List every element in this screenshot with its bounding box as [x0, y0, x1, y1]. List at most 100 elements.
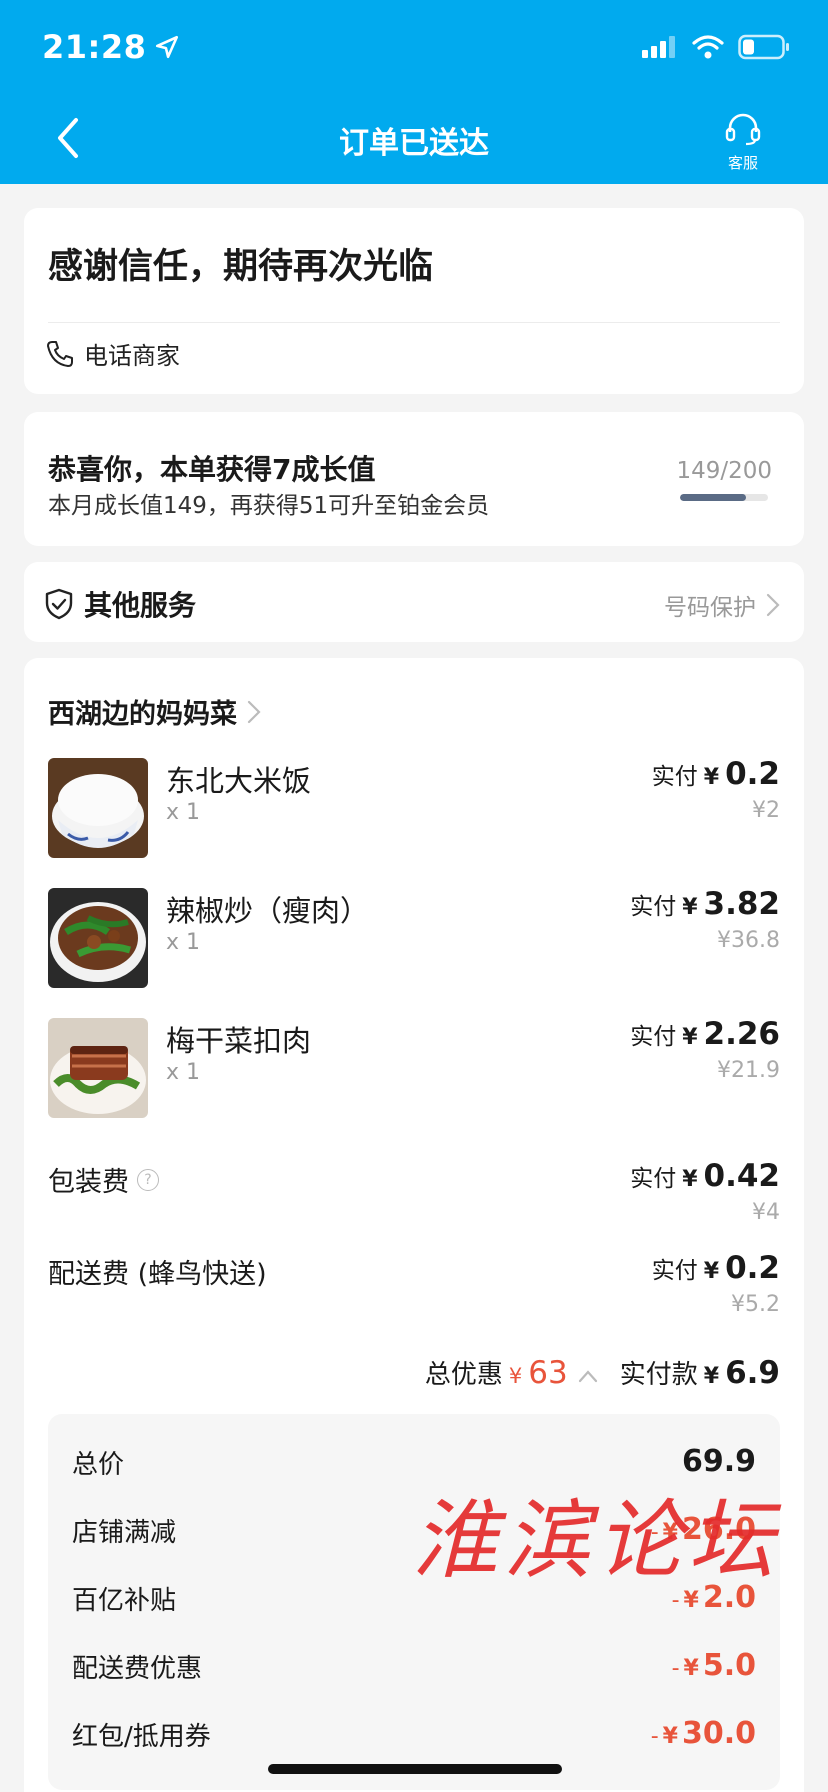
- paid-value: 3.82: [703, 886, 781, 922]
- shield-check-icon: [45, 588, 73, 620]
- fee-paid-price: 实付 ¥ 0.42: [630, 1158, 780, 1194]
- yen-symbol: ¥: [703, 765, 720, 790]
- help-icon[interactable]: ?: [137, 1168, 159, 1191]
- breakdown-label: 红包/抵用券: [72, 1722, 211, 1752]
- forum-watermark: 淮滨论坛: [412, 1491, 780, 1591]
- headset-icon: [725, 113, 761, 146]
- braised-pork-dish-image: [48, 1018, 148, 1118]
- location-arrow-icon: [156, 35, 179, 59]
- number-protection-link[interactable]: 号码保护: [664, 588, 780, 622]
- breakdown-row: 配送费优惠 - ¥5.0: [72, 1648, 756, 1688]
- growth-card[interactable]: 恭喜你，本单获得7成长值 本月成长值149，再获得51可升至铂金会员 149/2…: [24, 412, 804, 546]
- breakdown-label: 店铺满减: [72, 1518, 177, 1548]
- yen-symbol: ¥: [703, 1364, 720, 1389]
- delivery-fee-text: 配送费 (蜂鸟快送): [48, 1259, 267, 1290]
- paid-value: 0.2: [725, 756, 780, 792]
- order-item[interactable]: 东北大米饭 x 1 实付 ¥ 0.2 ¥2: [48, 756, 780, 860]
- status-time-text: 21:28: [42, 28, 147, 66]
- net-paid-label: 实付款: [619, 1360, 698, 1390]
- item-name: 梅干菜扣肉: [166, 1024, 312, 1058]
- yen-symbol: ¥: [682, 1167, 698, 1192]
- pepper-pork-dish-image: [48, 888, 148, 988]
- breakdown-label: 总价: [72, 1450, 125, 1480]
- delivery-fee-label: 配送费 (蜂鸟快送): [48, 1252, 267, 1291]
- minus-sign: -: [671, 1656, 680, 1681]
- shop-link[interactable]: 西湖边的妈妈菜: [48, 692, 261, 731]
- other-services-text: 其他服务: [84, 589, 197, 622]
- customer-service-button[interactable]: 客服: [718, 112, 768, 173]
- fee-original-price: ¥5.2: [731, 1292, 780, 1317]
- growth-progress-text: 149/200: [676, 458, 772, 484]
- yen-symbol: ¥: [703, 1259, 720, 1284]
- item-name: 辣椒炒（瘦肉）: [166, 894, 370, 928]
- breakdown-value: - ¥30.0: [651, 1716, 756, 1751]
- growth-progress-bar: [680, 494, 768, 501]
- order-card: 西湖边的妈妈菜 东北大米饭 x 1 实付 ¥ 0.2 ¥2 辣椒炒（瘦肉） x …: [24, 658, 804, 1792]
- minus-sign: -: [650, 1724, 659, 1749]
- delivery-fee-row: 配送费 (蜂鸟快送) 实付 ¥ 0.2 ¥5.2: [48, 1250, 780, 1342]
- item-quantity: x 1: [166, 1060, 201, 1085]
- paid-value: 0.2: [725, 1250, 780, 1286]
- wifi-icon: [692, 35, 724, 59]
- other-services-label: 其他服务: [44, 584, 196, 624]
- thanks-card: 感谢信任，期待再次光临 电话商家: [24, 208, 804, 394]
- yen-symbol: ¥: [682, 1025, 698, 1050]
- item-paid-price: 实付 ¥ 2.26: [630, 1016, 780, 1052]
- yen-symbol: ¥: [682, 895, 698, 920]
- breakdown-amount: 5.0: [702, 1648, 756, 1683]
- paid-label: 实付: [630, 1024, 677, 1050]
- item-name: 东北大米饭: [166, 764, 312, 798]
- total-discount-value: 63: [528, 1355, 568, 1391]
- breakdown-value: - ¥5.0: [672, 1648, 756, 1683]
- paid-label: 实付: [630, 1166, 677, 1192]
- breakdown-row: 红包/抵用券 - ¥30.0: [72, 1716, 756, 1756]
- divider: [48, 322, 780, 323]
- item-quantity: x 1: [166, 930, 201, 955]
- item-paid-price: 实付 ¥ 0.2: [652, 756, 780, 792]
- total-discount-label: 总优惠: [424, 1360, 503, 1390]
- packaging-fee-row: 包装费 ? 实付 ¥ 0.42 ¥4: [48, 1158, 780, 1250]
- paid-value: 2.26: [703, 1016, 781, 1052]
- chevron-up-icon[interactable]: [578, 1369, 598, 1383]
- growth-progress-fill: [680, 494, 746, 501]
- yen-symbol: ¥: [662, 1724, 678, 1749]
- paid-label: 实付: [651, 764, 698, 790]
- rice-bowl-image: [48, 758, 148, 858]
- status-time: 21:28: [42, 28, 180, 66]
- item-quantity: x 1: [166, 800, 201, 825]
- shop-name: 西湖边的妈妈菜: [48, 699, 237, 730]
- totals-row: 总优惠 ¥ 63 实付款 ¥ 6.9: [425, 1354, 780, 1391]
- item-original-price: ¥2: [752, 798, 780, 823]
- item-original-price: ¥36.8: [717, 928, 780, 953]
- signal-icon: [642, 36, 675, 58]
- battery-icon: [738, 34, 789, 60]
- page-title: 订单已送达: [339, 126, 489, 161]
- packaging-fee-label: 包装费 ?: [48, 1160, 159, 1199]
- customer-service-label: 客服: [727, 154, 758, 172]
- chevron-right-icon: [766, 593, 780, 617]
- order-item[interactable]: 辣椒炒（瘦肉） x 1 实付 ¥ 3.82 ¥36.8: [48, 886, 780, 990]
- breakdown-label: 百亿补贴: [72, 1586, 177, 1616]
- packaging-fee-text: 包装费: [48, 1167, 129, 1198]
- other-services-card[interactable]: 其他服务 号码保护: [24, 562, 804, 642]
- growth-subtitle: 本月成长值149，再获得51可升至铂金会员: [48, 493, 490, 519]
- paid-label: 实付: [630, 894, 677, 920]
- fee-original-price: ¥4: [752, 1200, 780, 1225]
- order-item[interactable]: 梅干菜扣肉 x 1 实付 ¥ 2.26 ¥21.9: [48, 1016, 780, 1120]
- paid-label: 实付: [651, 1258, 698, 1284]
- net-paid-value: 6.9: [725, 1355, 780, 1391]
- growth-title: 恭喜你，本单获得7成长值: [48, 453, 376, 486]
- chevron-right-icon: [247, 700, 261, 723]
- item-paid-price: 实付 ¥ 3.82: [630, 886, 780, 922]
- paid-value: 0.42: [703, 1158, 781, 1194]
- status-icons: [642, 34, 790, 60]
- number-protection-label: 号码保护: [664, 595, 756, 621]
- breakdown-label: 配送费优惠: [72, 1654, 203, 1684]
- fee-paid-price: 实付 ¥ 0.2: [652, 1250, 780, 1286]
- phone-merchant-label: 电话商家: [84, 342, 180, 370]
- item-original-price: ¥21.9: [717, 1058, 780, 1083]
- phone-icon: [47, 340, 73, 367]
- phone-merchant-button[interactable]: 电话商家: [44, 336, 180, 371]
- home-indicator: [268, 1764, 562, 1774]
- header-bar: 21:28 订单已送达 客服: [0, 0, 828, 184]
